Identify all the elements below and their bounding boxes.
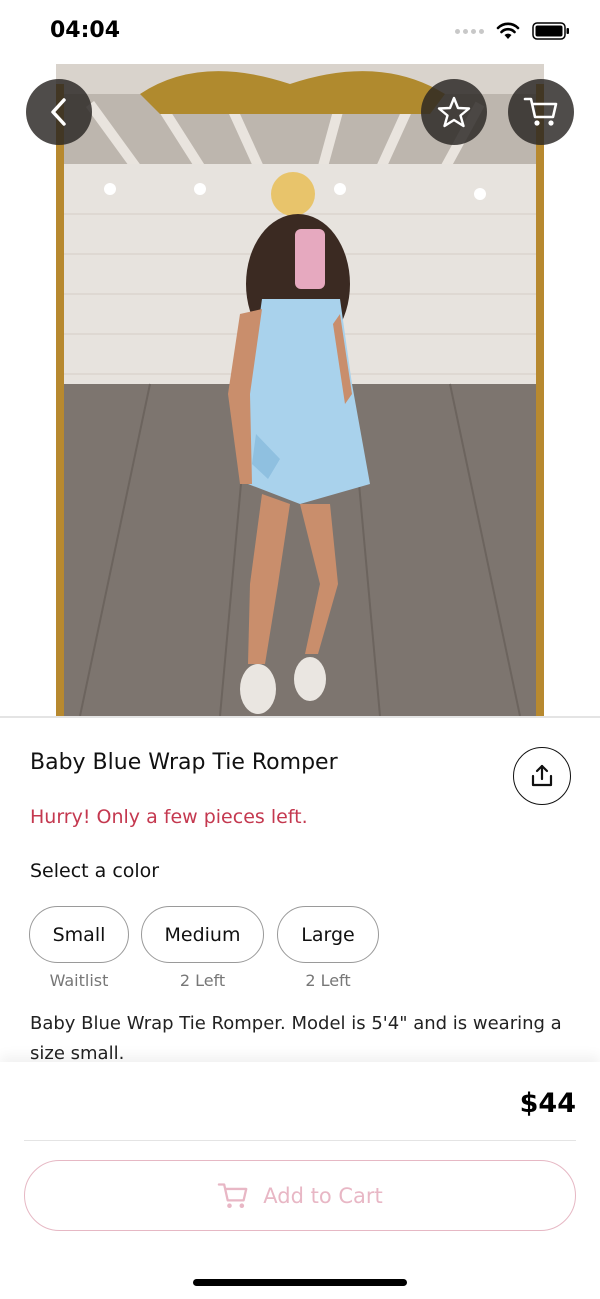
cart-icon — [523, 97, 558, 126]
price: $44 — [519, 1088, 576, 1119]
status-icons — [455, 22, 570, 40]
signal-dots-icon — [455, 28, 484, 34]
product-photo — [0, 64, 600, 716]
home-indicator[interactable] — [193, 1279, 407, 1286]
stock-small: Waitlist — [49, 971, 109, 990]
option-small[interactable]: Small — [29, 906, 129, 963]
product-title: Baby Blue Wrap Tie Romper — [30, 750, 338, 775]
favorite-button[interactable] — [421, 79, 487, 145]
select-color-label: Select a color — [30, 860, 160, 882]
wifi-icon — [496, 22, 520, 39]
hero-divider — [0, 716, 600, 718]
urgency-text: Hurry! Only a few pieces left. — [30, 806, 308, 828]
star-outline-icon — [437, 96, 471, 128]
product-description: Baby Blue Wrap Tie Romper. Model is 5'4"… — [30, 1013, 562, 1064]
add-to-cart-button[interactable]: Add to Cart — [24, 1160, 576, 1231]
back-button[interactable] — [26, 79, 92, 145]
stock-large: 2 Left — [305, 971, 351, 990]
cart-icon — [217, 1182, 248, 1208]
stock-medium: 2 Left — [179, 971, 226, 990]
cart-button[interactable] — [508, 79, 574, 145]
add-to-cart-label: Add to Cart — [263, 1183, 383, 1208]
share-icon — [531, 764, 553, 787]
share-button[interactable] — [513, 747, 571, 805]
status-time: 04:04 — [50, 18, 121, 43]
option-large[interactable]: Large — [277, 906, 379, 963]
status-bar: 04:04 — [0, 0, 600, 64]
battery-icon — [532, 22, 569, 40]
chevron-left-icon — [51, 98, 66, 126]
option-medium[interactable]: Medium — [141, 906, 264, 963]
purchase-divider — [24, 1140, 576, 1141]
product-image[interactable] — [0, 64, 600, 716]
